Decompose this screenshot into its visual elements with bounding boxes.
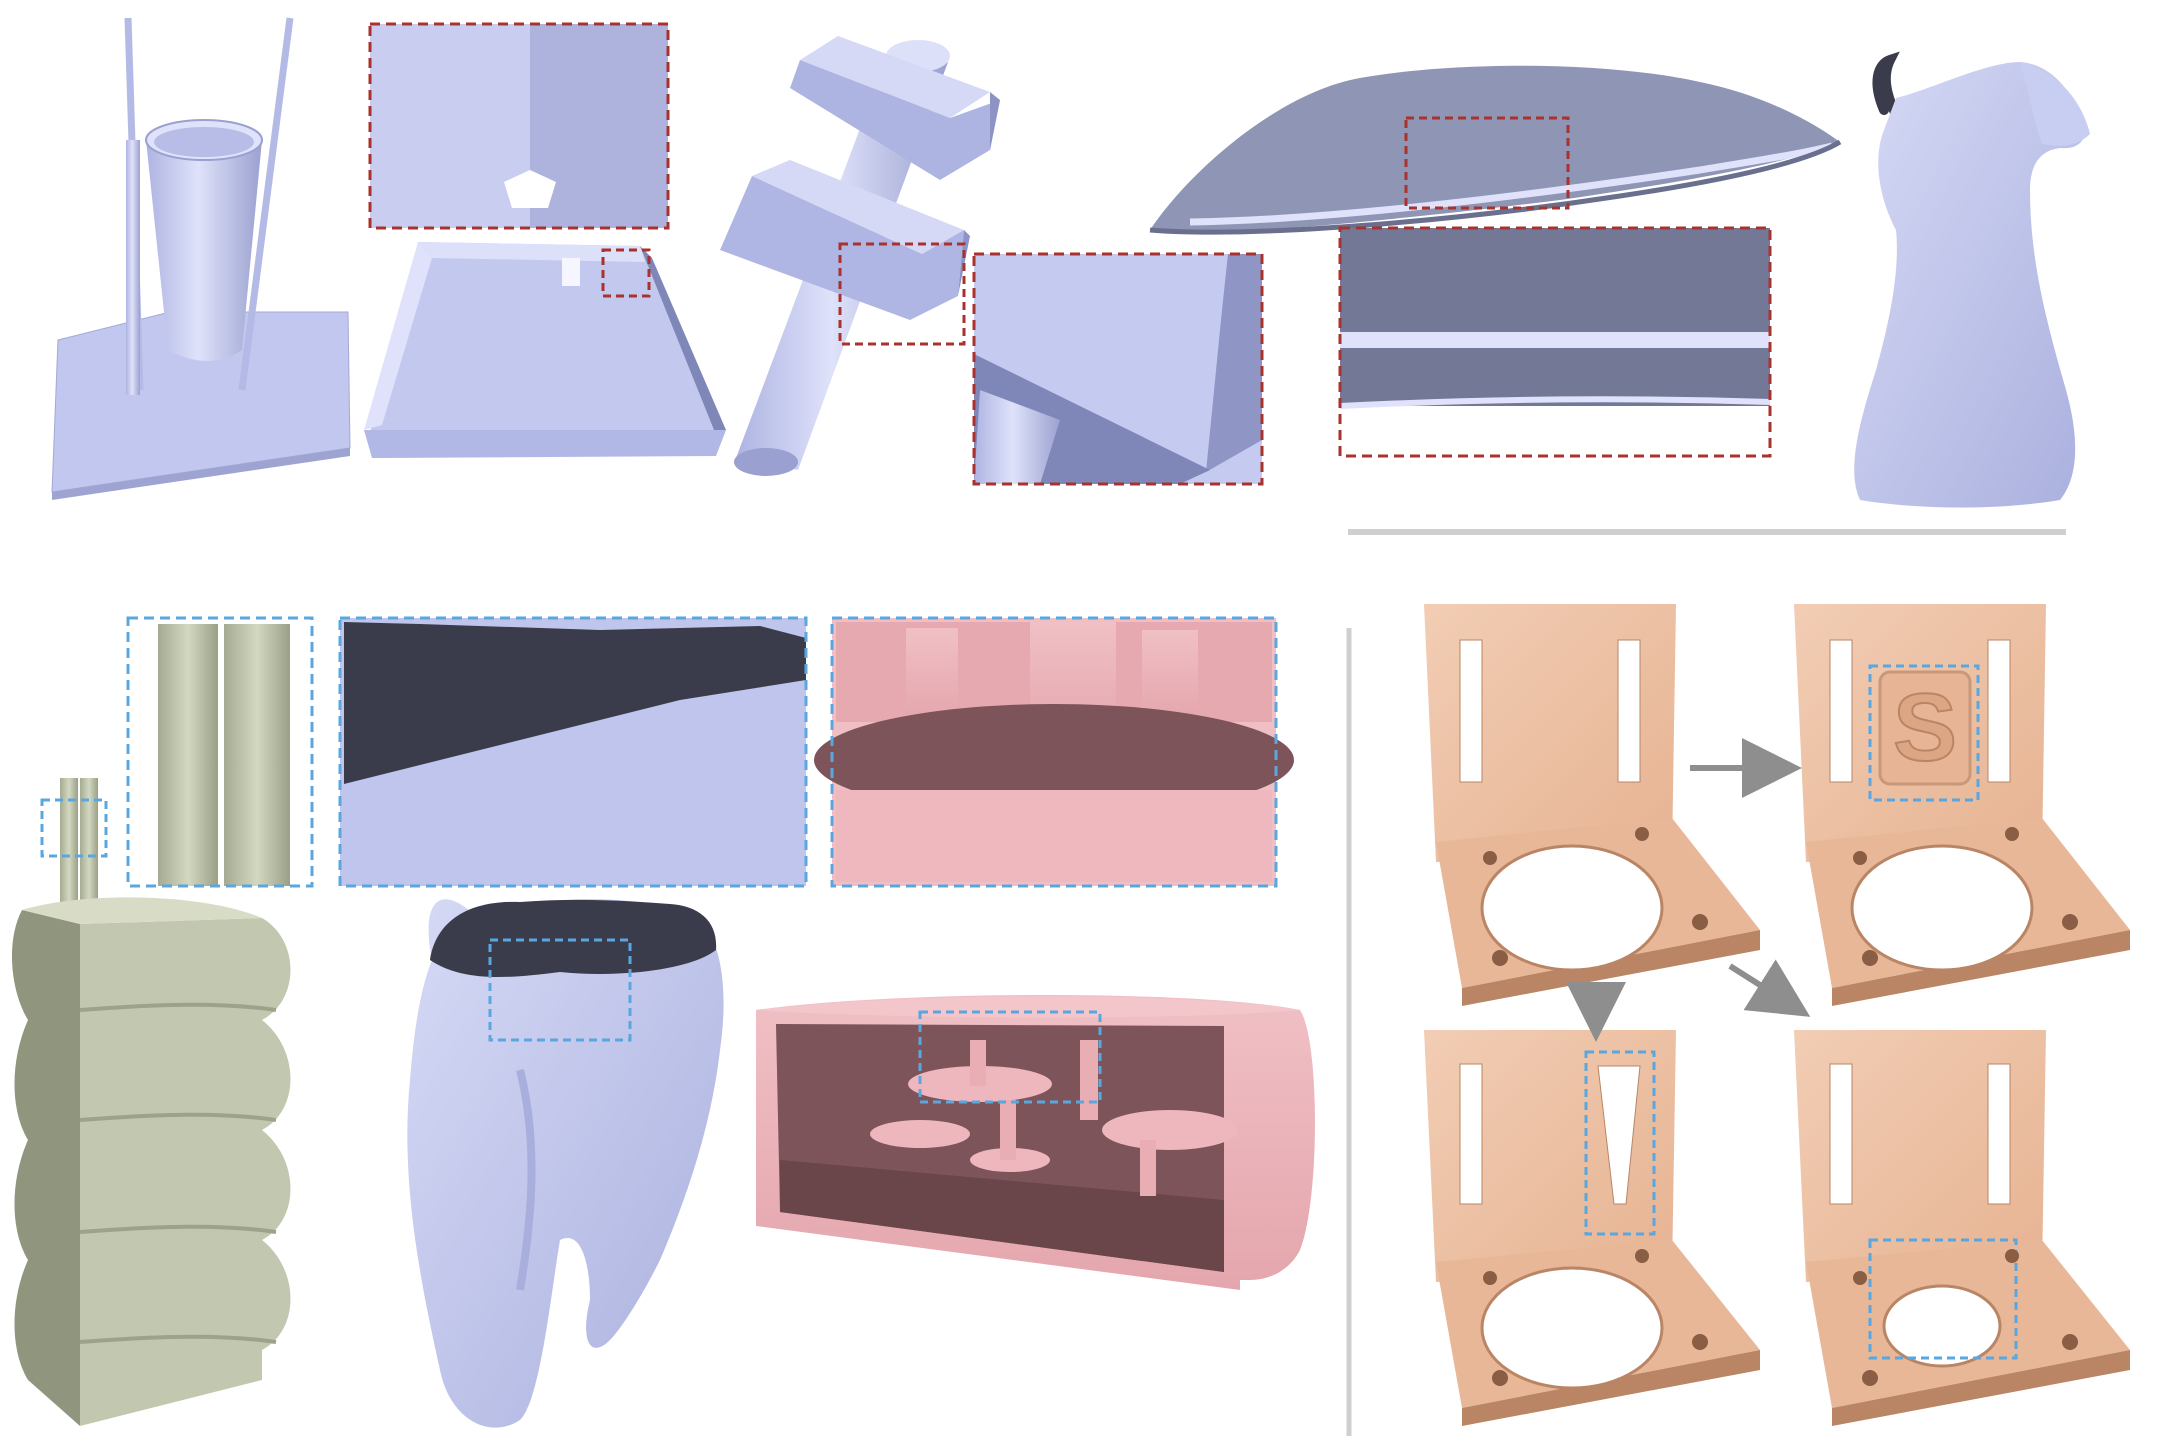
bracket-d-slot-right [1987, 1063, 2011, 1205]
bracket-a-slot-right [1617, 639, 1641, 783]
pipe-zoom-right [224, 624, 290, 886]
gear-zoom-disc-face [836, 790, 1272, 882]
embossed-s-label: S [1893, 674, 1957, 781]
pipe-zoom-left [158, 624, 218, 886]
cup-opening [154, 127, 254, 157]
tray-zoom-inset-left [370, 24, 530, 228]
gear-zoom-post-right [1142, 630, 1198, 720]
bracket-b-slot-left [1829, 639, 1853, 783]
gear-shaft-4 [1000, 1100, 1016, 1160]
bracket-c-hole [1480, 1266, 1664, 1390]
bracket-a-screw-1 [1483, 851, 1497, 865]
upper-block-side [990, 92, 1000, 150]
bracket-c-screw-3 [1492, 1370, 1508, 1386]
bracket-a-screw-2 [1635, 827, 1649, 841]
bracket-b-screw-4 [2062, 914, 2078, 930]
bracket-d-slot-left [1829, 1063, 1853, 1205]
bracket-b-screw-1 [1853, 851, 1867, 865]
bracket-d-screw-3 [1862, 1370, 1878, 1386]
bracket-original [1424, 604, 1760, 1006]
sheet-zoom-band-light [1340, 332, 1770, 348]
bracket-c-screw-2 [1635, 1249, 1649, 1263]
bone-body [407, 899, 724, 1428]
bracket-c-screw-4 [1692, 1334, 1708, 1350]
bracket-c-slot-left [1459, 1063, 1483, 1205]
cylinder-bottom [734, 448, 798, 476]
gear-3 [1102, 1110, 1238, 1150]
bracket-d-screw-4 [2062, 1334, 2078, 1350]
left-post [126, 140, 140, 395]
tray-front-face [364, 430, 726, 458]
bone-mesh-model [338, 616, 808, 1428]
cylinder-blocks-model [720, 36, 1264, 486]
bracket-a-screw-4 [1692, 914, 1708, 930]
dress-model [1854, 51, 2090, 508]
gear-2 [870, 1120, 970, 1148]
bracket-d-hole [1882, 1284, 2002, 1368]
bone-cap [430, 899, 717, 977]
sheet-zoom-band-top [1340, 228, 1770, 332]
cup-on-plate-model [51, 17, 351, 500]
bracket-b-slot-right [1987, 639, 2011, 783]
figure-canvas: S [11, 17, 2130, 1436]
gear-shaft-1 [970, 1040, 986, 1086]
bracket-edits: S [1424, 604, 2130, 1426]
bracket-embossed: S [1794, 604, 2130, 1006]
gear-zoom-post-left [906, 628, 958, 720]
bracket-a-hole [1480, 844, 1664, 972]
tray-gap [562, 258, 580, 286]
column-front [80, 918, 291, 1426]
ridged-column-model [11, 616, 314, 1426]
bracket-d-screw-2 [2005, 1249, 2019, 1263]
bracket-b-screw-2 [2005, 827, 2019, 841]
column-side [11, 910, 80, 1426]
bracket-c-screw-1 [1483, 1271, 1497, 1285]
bracket-tapered-slot [1424, 1030, 1760, 1426]
bracket-smaller-hole [1794, 1030, 2130, 1426]
bracket-b-hole [1850, 844, 2034, 972]
arrow-diagonal [1728, 959, 1811, 1017]
open-tray-model [364, 22, 726, 458]
gear-box-model [756, 616, 1315, 1290]
bracket-b-screw-3 [1862, 950, 1878, 966]
bracket-d-screw-1 [1853, 1271, 1867, 1285]
bracket-a-slot-left [1459, 639, 1483, 783]
gear-shaft-3 [1140, 1140, 1156, 1196]
bracket-a-screw-3 [1492, 950, 1508, 966]
gear-shaft-2 [1080, 1040, 1098, 1120]
